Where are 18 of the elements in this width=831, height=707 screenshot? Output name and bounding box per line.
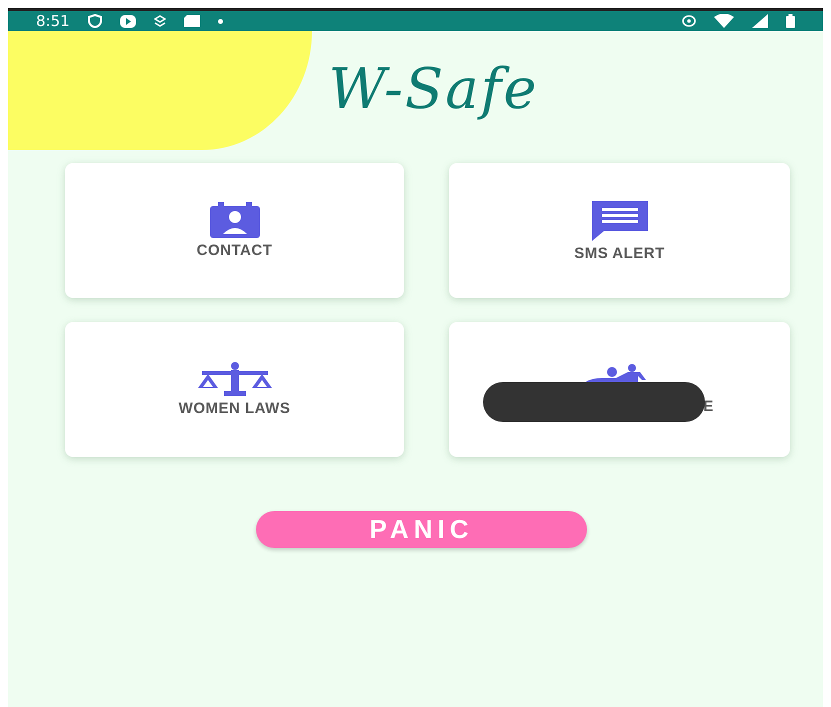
clock: 8:51 [36, 12, 70, 30]
menu-tile[interactable]: WOMEN LAWS [65, 322, 404, 457]
layers-icon [154, 15, 166, 27]
app-title: W-Safe [328, 56, 539, 122]
location-icon [682, 15, 696, 27]
sd-card-icon [184, 15, 200, 27]
battery-icon [786, 14, 795, 28]
menu-tile[interactable]: E [449, 322, 790, 457]
scales-icon [196, 362, 274, 396]
menu-tile[interactable]: SMS ALERT [449, 163, 790, 298]
dot-icon [218, 18, 223, 24]
contact-card-icon [208, 202, 262, 238]
message-icon [590, 199, 650, 241]
signal-icon [752, 14, 768, 28]
menu-tile[interactable]: CONTACT [65, 163, 404, 298]
wifi-icon [714, 14, 734, 28]
play-icon [120, 14, 136, 28]
shield-icon [88, 14, 102, 28]
